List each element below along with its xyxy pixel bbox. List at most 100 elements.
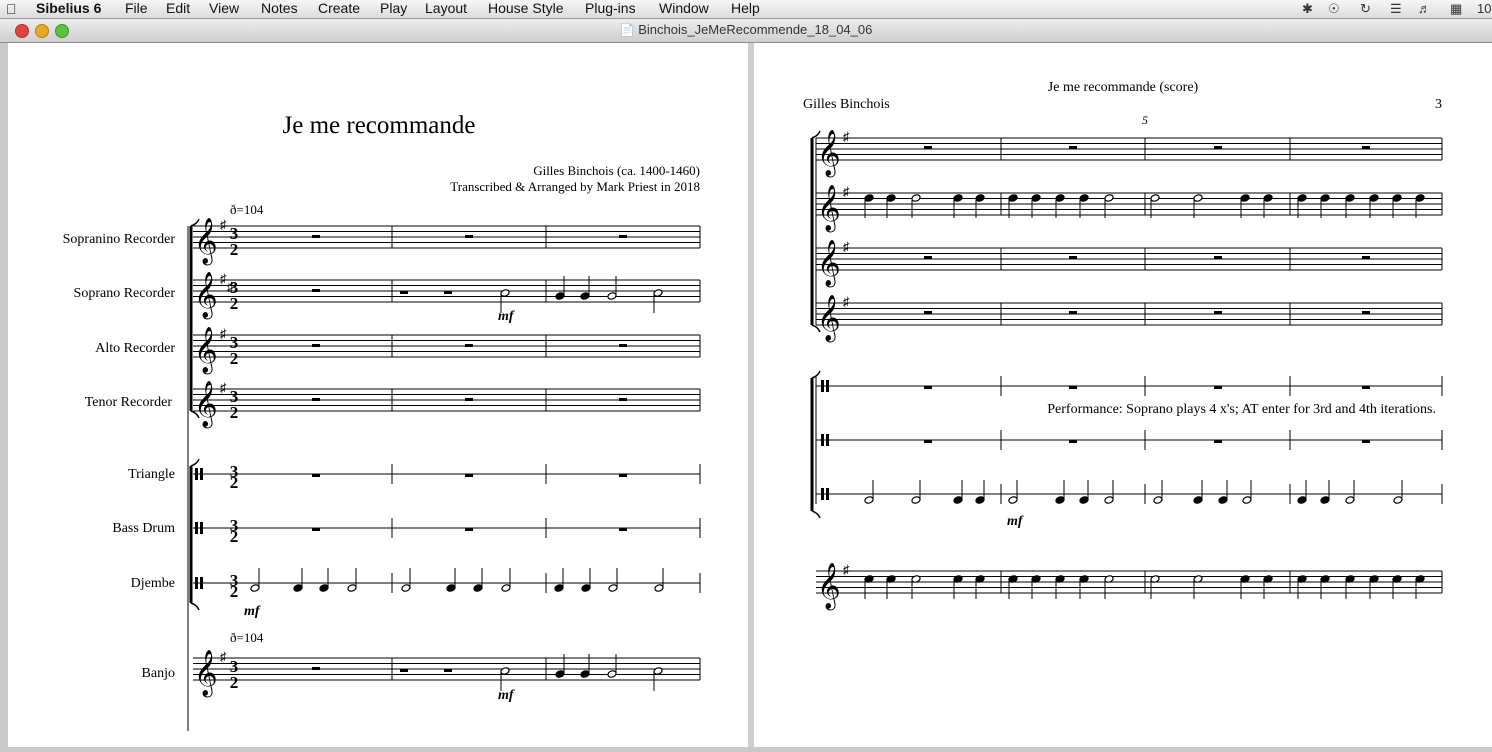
score-page-right[interactable]: Je me recommande (score) Gilles Binchois… (754, 43, 1492, 747)
menu-window[interactable]: Window (659, 0, 709, 17)
note-head (1218, 496, 1228, 504)
note-head (1055, 194, 1065, 202)
note-head (1393, 496, 1403, 504)
notation-left[interactable]: 𝄞 ♯𝄞 ♯♯𝄞 ♯𝄞 ♯𝄞 ♯ (187, 217, 701, 731)
note-head (1079, 496, 1089, 504)
menu-plug-ins[interactable]: Plug-ins (585, 0, 636, 17)
accessibility-icon[interactable]: ☉ (1328, 0, 1340, 17)
menu-notes[interactable]: Notes (261, 0, 298, 17)
bluetooth-icon[interactable]: ✱ (1302, 0, 1313, 17)
window-title-bar: 📄 Binchois_JeMeRecommende_18_04_06 (0, 19, 1492, 43)
percussion-clef-icon (821, 380, 824, 392)
wifi-icon[interactable]: ☰ (1390, 0, 1402, 17)
menu-house-style[interactable]: House Style (488, 0, 563, 17)
percussion-clef-icon (826, 434, 829, 446)
menu-play[interactable]: Play (380, 0, 407, 17)
sharp-icon: ♯ (220, 380, 227, 395)
rest (1362, 311, 1370, 314)
notation-right[interactable]: 𝄞 ♯𝄞 ♯𝄞 ♯𝄞 ♯𝄞 ♯ (810, 129, 1443, 611)
treble-clef-icon: 𝄞 (817, 185, 841, 233)
note-head (864, 496, 874, 504)
note-head (1079, 194, 1089, 202)
rest (619, 344, 627, 347)
rest (1214, 386, 1222, 389)
rest (924, 311, 932, 314)
note-head (1193, 496, 1203, 504)
menu-edit[interactable]: Edit (166, 0, 190, 17)
note-head (1392, 194, 1402, 202)
rest (312, 289, 320, 292)
note-head (293, 584, 303, 592)
volume-icon[interactable]: ♬ (1418, 0, 1431, 17)
score-left-canvas[interactable]: Je me recommande Gilles Binchois (ca. 14… (8, 43, 748, 747)
note-head (1008, 194, 1018, 202)
rest (444, 669, 452, 672)
note-head (1055, 496, 1065, 504)
rest (1362, 256, 1370, 259)
score-right-canvas[interactable]: Je me recommande (score) Gilles Binchois… (754, 43, 1492, 747)
score-page-left[interactable]: Je me recommande Gilles Binchois (ca. 14… (8, 43, 748, 747)
rest (465, 528, 473, 531)
calendar-icon[interactable]: ▦ (1450, 0, 1462, 17)
menu-view[interactable]: View (209, 0, 239, 17)
menu-file[interactable]: File (125, 0, 148, 17)
note-head (555, 292, 565, 300)
sharp-icon: ♯ (220, 271, 227, 286)
rest (1069, 311, 1077, 314)
sharp-icon: ♯ (843, 184, 850, 199)
time-sig-bottom: 2 (230, 473, 239, 492)
rest (619, 474, 627, 477)
note-head (580, 670, 590, 678)
rest (1214, 146, 1222, 149)
note-head (446, 584, 456, 592)
rest (465, 398, 473, 401)
percussion-clef-icon (195, 522, 198, 534)
rest (465, 235, 473, 238)
system-bracket (190, 602, 200, 611)
percussion-clef-icon (826, 488, 829, 500)
treble-clef-icon: 𝄞 (817, 295, 841, 343)
time-sig-bottom: 2 (230, 673, 239, 692)
rest (312, 344, 320, 347)
rest (1069, 256, 1077, 259)
dynamic-mf: mf (1007, 514, 1024, 529)
note-head (1150, 194, 1160, 202)
note-head (653, 667, 663, 675)
percussion-clef-icon (195, 468, 198, 480)
clock-text[interactable]: 10 (1477, 0, 1491, 17)
performance-note[interactable]: Performance: Soprano plays 4 x's; AT ent… (1047, 402, 1436, 417)
rest (619, 235, 627, 238)
note-head (401, 584, 411, 592)
menu-app[interactable]: Sibelius 6 (36, 0, 101, 17)
menu-create[interactable]: Create (318, 0, 360, 17)
note-head (500, 667, 510, 675)
menu-help[interactable]: Help (731, 0, 760, 17)
percussion-clef-icon (821, 488, 824, 500)
rest (619, 528, 627, 531)
sharp-icon: ♯ (843, 294, 850, 309)
note-head (1345, 496, 1355, 504)
score-title: Je me recommande (283, 112, 476, 139)
document-icon: 📄 (619, 23, 635, 37)
note-head (1008, 496, 1018, 504)
rest (1214, 440, 1222, 443)
rest (924, 256, 932, 259)
note-head (953, 194, 963, 202)
sharp-icon: ♯ (220, 649, 227, 664)
time-machine-icon[interactable]: ↻ (1360, 0, 1371, 17)
apple-icon[interactable]:  (6, 1, 17, 17)
note-head (1104, 496, 1114, 504)
sharp-icon: ♯ (843, 239, 850, 254)
treble-clef-icon: 𝄞 (194, 327, 218, 375)
note-head (975, 496, 985, 504)
note-head (1031, 194, 1041, 202)
treble-clef-icon: 𝄞 (817, 130, 841, 178)
rest (1069, 386, 1077, 389)
treble-clef-icon: 𝄞 (817, 563, 841, 611)
note-head (1297, 194, 1307, 202)
rest (312, 528, 320, 531)
note-head (607, 292, 617, 300)
menu-layout[interactable]: Layout (425, 0, 467, 17)
running-header: Je me recommande (score) (1048, 80, 1199, 95)
note-head (608, 584, 618, 592)
